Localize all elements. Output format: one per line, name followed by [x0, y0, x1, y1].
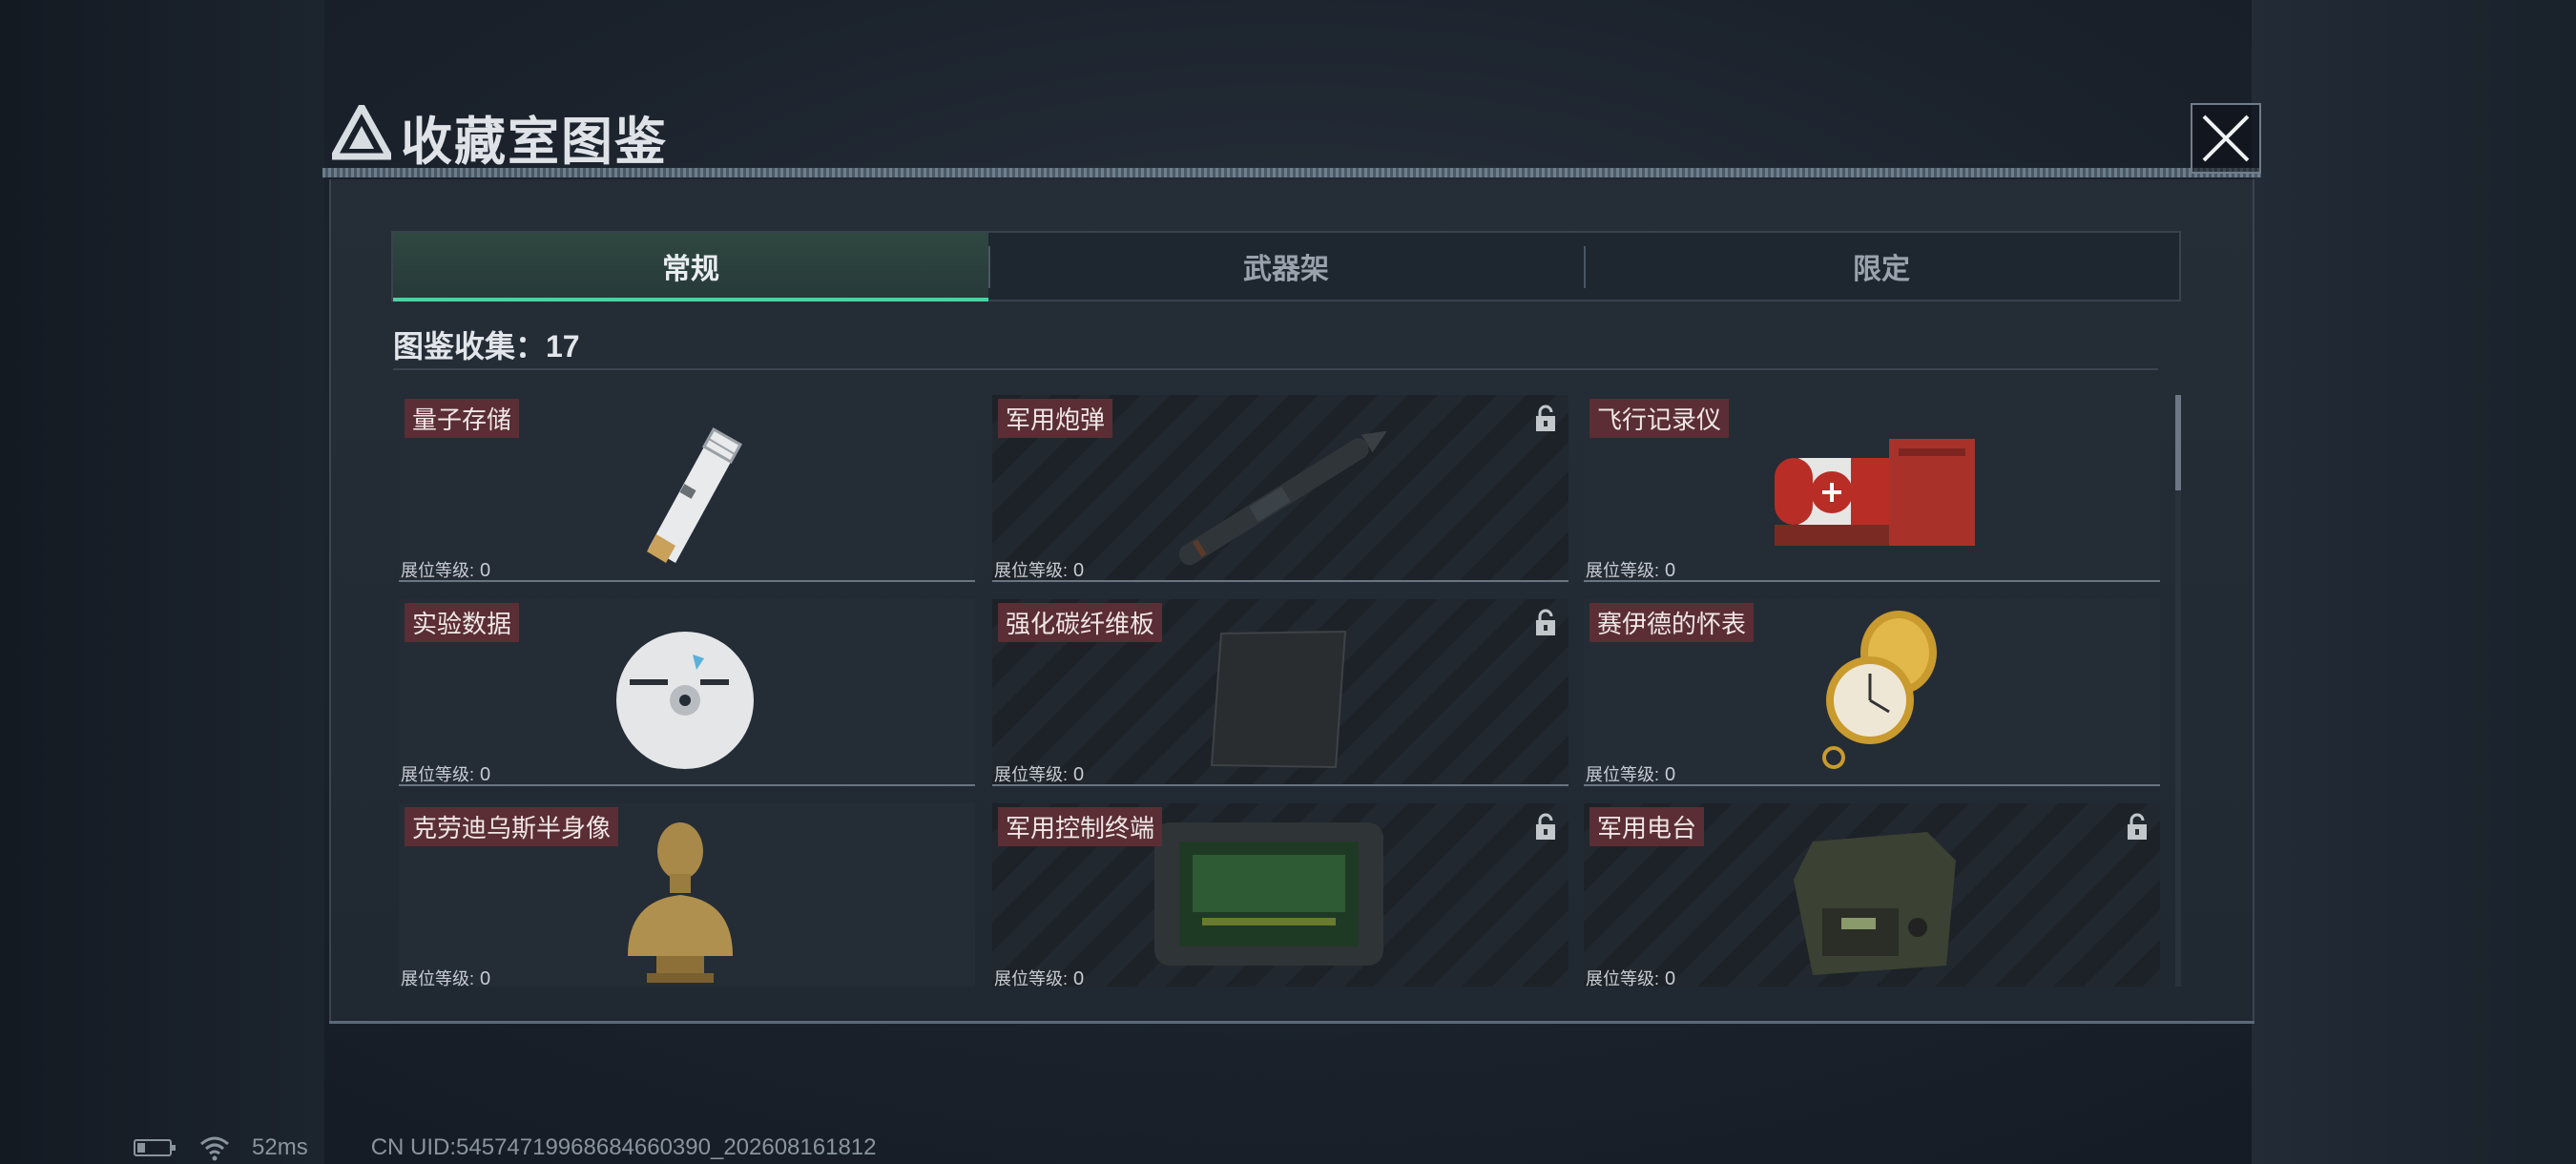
- battery-icon: [134, 1139, 176, 1156]
- pocket-watch-icon: [1822, 611, 1937, 769]
- item-level-value: 0: [1665, 764, 1676, 785]
- title-divider: [322, 168, 2261, 177]
- item-card-flight-recorder[interactable]: 飞行记录仪 展位等级: 0: [1584, 395, 2160, 582]
- delta-logo-icon: [332, 105, 391, 160]
- item-level: 展位等级: 0: [1586, 761, 1675, 786]
- disc-icon: [616, 632, 754, 769]
- item-name: 量子存储: [405, 399, 520, 438]
- uid-text: CN UID:5457471996868466039​0_20260816181…: [370, 1134, 877, 1160]
- item-card-military-radio[interactable]: 军用电台 展位等级: 0: [1584, 803, 2160, 987]
- lock-icon: [2128, 813, 2147, 840]
- control-terminal-icon: [1154, 822, 1383, 966]
- item-name: 军用炮弹: [998, 399, 1113, 438]
- window-title-bar: 收藏室图鉴: [322, 97, 2261, 174]
- card-underline: [992, 784, 1568, 786]
- lock-icon: [1536, 609, 1555, 635]
- card-underline: [1584, 580, 2160, 582]
- collection-count: 图鉴收集：17: [393, 329, 580, 364]
- panel-bottom-border: [329, 1021, 2254, 1024]
- item-name: 军用控制终端: [998, 807, 1163, 846]
- card-underline: [1584, 784, 2160, 786]
- item-level: 展位等级: 0: [994, 557, 1084, 582]
- section-divider: [393, 368, 2158, 370]
- card-underline: [399, 580, 975, 582]
- item-level: 展位等级: 0: [401, 761, 490, 786]
- backdrop-right: [2252, 0, 2576, 1164]
- carbon-plate-icon: [1210, 630, 1347, 769]
- item-level: 展位等级: 0: [401, 966, 490, 987]
- item-name: 飞行记录仪: [1589, 399, 1730, 438]
- item-level-label: 展位等级:: [1586, 765, 1660, 784]
- artillery-shell-icon: [1178, 430, 1387, 566]
- item-card-experiment-data[interactable]: 实验数据 展位等级: 0: [399, 599, 975, 786]
- bust-icon: [628, 822, 733, 983]
- item-name: 克劳迪乌斯半身像: [405, 807, 619, 846]
- card-underline: [992, 580, 1568, 582]
- item-level-value: 0: [1073, 560, 1085, 581]
- item-level: 展位等级: 0: [994, 966, 1084, 987]
- item-level-label: 展位等级:: [994, 765, 1069, 784]
- item-level-value: 0: [480, 764, 491, 785]
- close-icon: [2202, 114, 2250, 162]
- item-card-control-terminal[interactable]: 军用控制终端 展位等级: 0: [992, 803, 1568, 987]
- usb-drive-icon: [647, 426, 743, 563]
- item-level: 展位等级: 0: [994, 761, 1084, 786]
- status-bar: 52ms CN UID:5457471996868466039​0_202608…: [134, 1134, 877, 1161]
- item-level-label: 展位等级:: [401, 561, 475, 580]
- item-card-quantum-storage[interactable]: 量子存储 展位等级: 0: [399, 395, 975, 582]
- scroll-thumb[interactable]: [2175, 395, 2181, 490]
- window-title: 收藏室图鉴: [401, 114, 668, 171]
- wifi-icon: [200, 1136, 229, 1161]
- item-level-label: 展位等级:: [1586, 969, 1660, 987]
- close-button[interactable]: [2191, 103, 2261, 174]
- item-level-label: 展位等级:: [401, 969, 475, 987]
- item-name: 军用电台: [1589, 807, 1705, 846]
- backdrop-left: [0, 0, 324, 1164]
- item-level-label: 展位等级:: [401, 765, 475, 784]
- item-name: 实验数据: [405, 603, 520, 642]
- item-name: 赛伊德的怀表: [1589, 603, 1755, 642]
- tab-bar: 常规 武器架 限定: [391, 231, 2181, 301]
- item-grid: 量子存储 展位等级: 0 军用炮弹 展位等级: 0 飞行记录仪 展位等级: 0 …: [399, 395, 2162, 987]
- radio-icon: [1794, 832, 1956, 975]
- item-card-carbon-plate[interactable]: 强化碳纤维板 展位等级: 0: [992, 599, 1568, 786]
- card-underline: [399, 784, 975, 786]
- ping-value: 52ms: [252, 1134, 308, 1160]
- item-card-pocket-watch[interactable]: 赛伊德的怀表 展位等级: 0: [1584, 599, 2160, 786]
- item-card-military-shell[interactable]: 军用炮弹 展位等级: 0: [992, 395, 1568, 582]
- tab-general[interactable]: 常规: [393, 233, 988, 301]
- item-level-value: 0: [480, 560, 491, 581]
- item-level-label: 展位等级:: [994, 561, 1069, 580]
- item-level: 展位等级: 0: [1586, 557, 1675, 582]
- grid-scrollbar[interactable]: [2175, 395, 2181, 987]
- lock-icon: [1536, 405, 1555, 431]
- item-name: 强化碳纤维板: [998, 603, 1163, 642]
- item-level-value: 0: [1665, 560, 1676, 581]
- item-level-label: 展位等级:: [994, 969, 1069, 987]
- tab-weapon-rack[interactable]: 武器架: [988, 233, 1584, 300]
- item-level-label: 展位等级:: [1586, 561, 1660, 580]
- item-level: 展位等级: 0: [1586, 966, 1675, 987]
- item-level: 展位等级: 0: [401, 557, 490, 582]
- item-level-value: 0: [480, 968, 491, 987]
- item-level-value: 0: [1073, 968, 1085, 987]
- item-card-claudius-bust[interactable]: 克劳迪乌斯半身像 展位等级: 0: [399, 803, 975, 987]
- item-level-value: 0: [1665, 968, 1676, 987]
- flight-recorder-icon: [1775, 439, 1975, 546]
- lock-icon: [1536, 813, 1555, 840]
- item-level-value: 0: [1073, 764, 1085, 785]
- tab-limited[interactable]: 限定: [1584, 233, 2179, 300]
